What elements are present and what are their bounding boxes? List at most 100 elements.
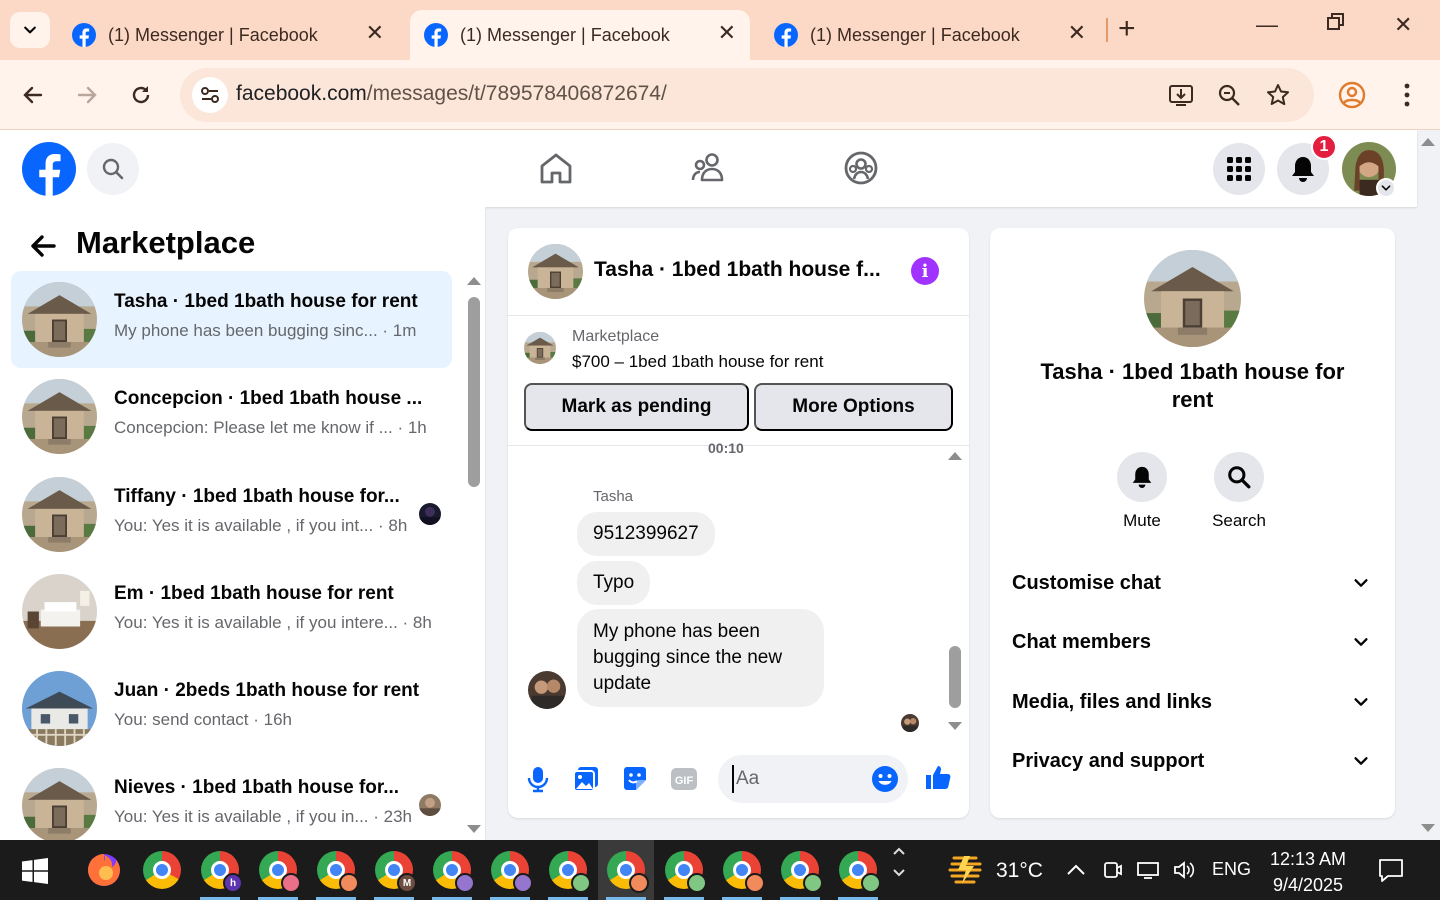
home-icon[interactable] — [538, 150, 574, 186]
address-bar[interactable]: facebook.com/messages/t/789578406872674/ — [180, 68, 1314, 122]
conversation-item[interactable]: Tasha · 1bed 1bath house for rent My pho… — [11, 271, 452, 368]
network-icon[interactable] — [1136, 860, 1160, 880]
message-bubble[interactable]: My phone has been bugging since the new … — [577, 609, 824, 707]
message-scrollbar[interactable] — [949, 646, 961, 708]
listing-price[interactable]: $700 – 1bed 1bath house for rent — [572, 352, 823, 372]
zoom-icon[interactable] — [1216, 82, 1242, 108]
restore-icon[interactable] — [1326, 12, 1346, 38]
emoji-icon[interactable] — [871, 765, 899, 793]
scroll-up-arrow[interactable] — [948, 452, 962, 460]
chat-thumbnail[interactable] — [528, 244, 583, 299]
chrome-profile-taskbar-icon[interactable] — [540, 840, 596, 900]
back-arrow-icon[interactable] — [28, 231, 58, 261]
groups-icon[interactable] — [843, 150, 879, 186]
install-app-icon[interactable] — [1168, 82, 1194, 108]
info-icon[interactable]: i — [911, 257, 939, 285]
time-separator: 00:10 — [708, 440, 744, 456]
mark-as-pending-button[interactable]: Mark as pending — [524, 383, 749, 431]
conversation-list-scrollbar[interactable] — [468, 297, 480, 487]
chrome-taskbar-icon[interactable] — [134, 840, 190, 900]
customise-chat-row[interactable]: Customise chat — [990, 558, 1395, 608]
conversation-name: Tasha · 1bed 1bath house for rent — [114, 291, 418, 312]
media-files-links-row[interactable]: Media, files and links — [990, 677, 1395, 727]
close-window-icon[interactable]: ✕ — [1394, 12, 1412, 38]
chrome-profile-taskbar-icon[interactable] — [598, 840, 654, 900]
privacy-support-row[interactable]: Privacy and support — [990, 736, 1395, 786]
page-scroll-down-arrow[interactable] — [1421, 824, 1435, 832]
input-language[interactable]: ENG — [1212, 859, 1251, 880]
page-scroll-up-arrow[interactable] — [1421, 138, 1435, 146]
close-tab-icon[interactable]: ✕ — [1068, 20, 1086, 46]
conversation-item[interactable]: Em · 1bed 1bath house for rent You: Yes … — [11, 563, 452, 660]
taskbar-scroll-arrows[interactable] — [892, 846, 906, 878]
section-label: Customise chat — [1012, 572, 1161, 594]
facebook-icon — [774, 23, 798, 47]
browser-tab-2[interactable]: (1) Messenger | Facebook ✕ — [410, 10, 750, 60]
arrow-right-icon — [77, 86, 97, 104]
temperature[interactable]: 31°C — [996, 859, 1043, 883]
message-bubble[interactable]: Typo — [577, 561, 651, 605]
sticker-icon[interactable] — [620, 764, 650, 794]
chat-title[interactable]: Tasha · 1bed 1bath house f... — [594, 258, 881, 282]
microphone-icon[interactable] — [523, 764, 553, 794]
scroll-down-arrow[interactable] — [948, 722, 962, 730]
close-tab-icon[interactable]: ✕ — [718, 20, 736, 46]
windows-start-icon[interactable] — [22, 858, 48, 884]
volume-icon[interactable] — [1172, 860, 1196, 880]
site-info-icon[interactable] — [192, 77, 228, 113]
chrome-profile-taskbar-icon[interactable] — [714, 840, 770, 900]
conversation-item[interactable]: Concepcion · 1bed 1bath house ... Concep… — [11, 368, 452, 465]
chrome-profile-taskbar-icon[interactable] — [482, 840, 538, 900]
section-label: Media, files and links — [1012, 691, 1213, 713]
firefox-taskbar-icon[interactable] — [76, 840, 132, 900]
chrome-profile-taskbar-icon[interactable] — [308, 840, 364, 900]
back-button[interactable] — [18, 80, 48, 110]
menu-button[interactable] — [1213, 143, 1265, 195]
facebook-search-button[interactable] — [87, 143, 139, 195]
close-tab-icon[interactable]: ✕ — [366, 20, 384, 46]
chrome-profile-taskbar-icon[interactable] — [772, 840, 828, 900]
reload-button[interactable] — [126, 80, 156, 110]
weather-hot-icon[interactable] — [946, 854, 986, 886]
account-chevron-icon[interactable] — [1376, 178, 1396, 198]
minimize-icon[interactable]: — — [1256, 12, 1278, 38]
facebook-logo-icon[interactable] — [22, 142, 76, 196]
meet-now-icon[interactable] — [1102, 860, 1122, 880]
chrome-profile-taskbar-icon[interactable]: M — [366, 840, 422, 900]
bookmark-star-icon[interactable] — [1265, 82, 1291, 108]
new-tab-button[interactable]: + — [1118, 14, 1136, 44]
browser-tab-3[interactable]: (1) Messenger | Facebook ✕ — [760, 10, 1100, 60]
message-bubble[interactable]: 9512399627 — [577, 512, 715, 556]
chat-members-row[interactable]: Chat members — [990, 617, 1395, 667]
mute-button[interactable]: Mute — [1102, 452, 1182, 531]
mute-label: Mute — [1123, 511, 1161, 530]
browser-tab-1[interactable]: (1) Messenger | Facebook ✕ — [58, 10, 398, 60]
conversation-item[interactable]: Tiffany · 1bed 1bath house for... You: Y… — [11, 466, 452, 563]
message-input[interactable] — [732, 765, 852, 793]
notification-center-icon[interactable] — [1378, 858, 1404, 882]
chrome-icon — [143, 851, 181, 889]
seen-avatar — [419, 794, 441, 816]
chrome-profile-taskbar-icon[interactable] — [830, 840, 886, 900]
conversation-item[interactable]: Juan · 2beds 1bath house for rent You: s… — [11, 660, 452, 757]
thumbs-up-icon[interactable] — [923, 762, 953, 792]
search-in-chat-button[interactable]: Search — [1199, 452, 1279, 531]
profile-icon[interactable] — [1338, 81, 1366, 109]
chrome-profile-taskbar-icon[interactable] — [250, 840, 306, 900]
tab-search-button[interactable] — [10, 12, 50, 48]
system-clock[interactable]: 12:13 AM 9/4/2025 — [1262, 846, 1354, 898]
chrome-profile-taskbar-icon[interactable]: h — [192, 840, 248, 900]
chrome-profile-taskbar-icon[interactable] — [424, 840, 480, 900]
scroll-down-arrow[interactable] — [467, 825, 481, 833]
tray-chevron-up-icon[interactable] — [1066, 862, 1086, 876]
scroll-up-arrow[interactable] — [467, 277, 481, 285]
chrome-profile-taskbar-icon[interactable] — [656, 840, 712, 900]
listing-photo[interactable] — [1144, 250, 1241, 347]
photo-icon[interactable] — [571, 764, 601, 794]
more-options-button[interactable]: More Options — [754, 383, 953, 431]
forward-button[interactable] — [72, 80, 102, 110]
browser-menu-icon[interactable] — [1400, 82, 1414, 108]
gif-icon[interactable]: GIF — [669, 764, 699, 794]
listing-thumbnail — [22, 574, 97, 649]
friends-icon[interactable] — [690, 150, 726, 186]
